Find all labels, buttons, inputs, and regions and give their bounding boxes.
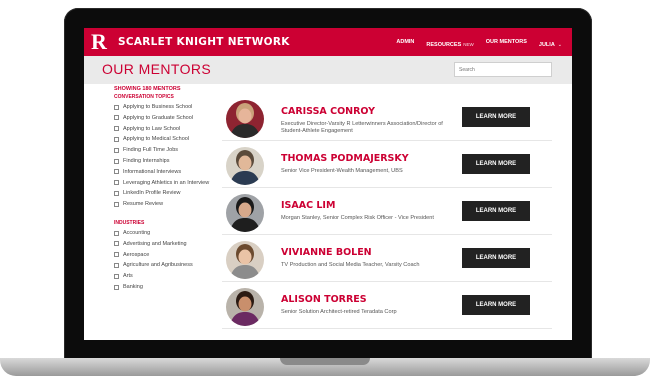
page-title: OUR MENTORS	[102, 61, 212, 77]
learn-more-button[interactable]: LEARN MORE	[462, 201, 530, 221]
mentor-role: Senior Vice President-Wealth Management,…	[281, 168, 403, 174]
industries-list: Accounting Advertising and Marketing Aeros…	[114, 230, 212, 290]
mentor-name[interactable]: ISAAC LIM	[281, 200, 335, 211]
mentor-role: TV Production and Social Media Teacher, …	[281, 262, 420, 268]
mentor-photo[interactable]	[226, 288, 264, 326]
learn-more-button[interactable]: LEARN MORE	[462, 295, 530, 315]
filter-label: Applying to Graduate School	[123, 114, 194, 121]
checkbox[interactable]	[114, 180, 119, 186]
filter-label: Advertising and Marketing	[123, 240, 187, 247]
nav-resources-label: RESOURCES	[426, 42, 462, 48]
topic-filter-item[interactable]: Informational Interviews	[114, 169, 212, 175]
checkbox[interactable]	[114, 273, 119, 279]
filter-label: Arts	[123, 273, 133, 280]
industry-filter-item[interactable]: Aerospace	[114, 252, 212, 258]
top-navbar: R SCARLET KNIGHT NETWORK ADMIN RESOURCES…	[84, 28, 572, 56]
nav-resources[interactable]: RESOURCES NEW	[426, 33, 473, 51]
mentor-count: SHOWING 180 MENTORS	[114, 86, 181, 92]
topic-filter-item[interactable]: LinkedIn Profile Review	[114, 190, 212, 196]
mentor-row: CARISSA CONROY Executive Director-Varsity…	[222, 94, 552, 141]
topic-filter-item[interactable]: Leveraging Athletics in an Interview	[114, 180, 212, 186]
filter-label: Banking	[123, 283, 143, 290]
topic-filter-item[interactable]: Finding Internships	[114, 158, 212, 164]
checkbox[interactable]	[114, 284, 119, 290]
topic-filter-item[interactable]: Finding Full Time Jobs	[114, 147, 212, 153]
mentor-name[interactable]: ALISON TORRES	[281, 294, 367, 305]
topic-filter-item[interactable]: Applying to Graduate School	[114, 115, 212, 121]
mentor-role: Morgan Stanley, Senior Complex Risk Offi…	[281, 215, 434, 221]
filter-label: Finding Full Time Jobs	[123, 147, 179, 154]
rutgers-logo[interactable]: R	[88, 31, 110, 53]
mentor-row: ALISON TORRES Senior Solution Architect-r…	[222, 282, 552, 329]
mentor-name[interactable]: CARISSA CONROY	[281, 106, 375, 117]
checkbox[interactable]	[114, 115, 119, 121]
user-menu[interactable]: JULIA ⌄	[539, 33, 562, 51]
checkbox[interactable]	[114, 252, 119, 258]
filter-sidebar: SHOWING 180 MENTORS CONVERSATION TOPICS …	[114, 86, 212, 295]
industry-filter-item[interactable]: Agriculture and Agribusiness	[114, 262, 212, 268]
mentor-row: THOMAS PODMAJERSKY Senior Vice President-…	[222, 141, 552, 188]
industry-filter-item[interactable]: Accounting	[114, 230, 212, 236]
nav-our-mentors[interactable]: OUR MENTORS	[486, 39, 527, 45]
title-band: OUR MENTORS	[84, 56, 572, 84]
topic-filter-item[interactable]: Resume Review	[114, 201, 212, 207]
topic-filter-item[interactable]: Applying to Business School	[114, 104, 212, 110]
filter-label: Finding Internships	[123, 157, 170, 164]
topic-filter-item[interactable]: Applying to Law School	[114, 126, 212, 132]
learn-more-button[interactable]: LEARN MORE	[462, 107, 530, 127]
checkbox[interactable]	[114, 147, 119, 153]
filter-label: Resume Review	[123, 201, 164, 208]
laptop-screen: R SCARLET KNIGHT NETWORK ADMIN RESOURCES…	[84, 28, 572, 340]
filter-label: Aerospace	[123, 251, 150, 258]
user-name: JULIA	[538, 42, 555, 48]
search-input[interactable]	[454, 62, 552, 77]
filter-label: LinkedIn Profile Review	[123, 190, 181, 197]
filter-label: Agriculture and Agribusiness	[123, 262, 193, 269]
laptop-notch	[280, 358, 370, 365]
mentor-row: VIVIANNE BOLEN TV Production and Social M…	[222, 235, 552, 282]
filter-label: Leveraging Athletics in an Interview	[123, 179, 210, 186]
mentor-list: CARISSA CONROY Executive Director-Varsity…	[222, 94, 552, 329]
nav-admin[interactable]: ADMIN	[396, 39, 414, 45]
mentor-role: Senior Solution Architect-retired Terada…	[281, 309, 397, 315]
new-badge: NEW	[463, 42, 474, 47]
checkbox[interactable]	[114, 104, 119, 110]
checkbox[interactable]	[114, 190, 119, 196]
checkbox[interactable]	[114, 136, 119, 142]
mentor-name[interactable]: VIVIANNE BOLEN	[281, 247, 372, 258]
mentor-name[interactable]: THOMAS PODMAJERSKY	[281, 153, 409, 164]
mentor-photo[interactable]	[226, 194, 264, 232]
conversation-topics-list: Applying to Business School Applying to G…	[114, 104, 212, 207]
checkbox[interactable]	[114, 126, 119, 132]
filter-label: Applying to Law School	[123, 125, 181, 132]
nav-links: ADMIN RESOURCES NEW OUR MENTORS JULIA ⌄	[396, 33, 572, 51]
mentor-photo[interactable]	[226, 100, 264, 138]
network-title[interactable]: SCARLET KNIGHT NETWORK	[118, 36, 290, 48]
industries-heading: INDUSTRIES	[114, 219, 145, 226]
checkbox[interactable]	[114, 262, 119, 268]
checkbox[interactable]	[114, 201, 119, 207]
checkbox[interactable]	[114, 169, 119, 175]
learn-more-button[interactable]: LEARN MORE	[462, 154, 530, 174]
checkbox[interactable]	[114, 241, 119, 247]
chevron-down-icon: ⌄	[557, 42, 562, 48]
mentor-photo[interactable]	[226, 241, 264, 279]
checkbox[interactable]	[114, 230, 119, 236]
industry-filter-item[interactable]: Advertising and Marketing	[114, 241, 212, 247]
filter-label: Accounting	[123, 229, 151, 236]
mentor-photo[interactable]	[226, 147, 264, 185]
mentor-role: Executive Director-Varsity R Letterwinne…	[281, 121, 443, 134]
conversation-topics-heading: CONVERSATION TOPICS	[114, 94, 174, 100]
industry-filter-item[interactable]: Banking	[114, 284, 212, 290]
mentor-row: ISAAC LIM Morgan Stanley, Senior Complex …	[222, 188, 552, 235]
topic-filter-item[interactable]: Applying to Medical School	[114, 136, 212, 142]
filter-label: Applying to Business School	[123, 104, 193, 110]
checkbox[interactable]	[114, 158, 119, 164]
filter-label: Applying to Medical School	[123, 136, 190, 143]
learn-more-button[interactable]: LEARN MORE	[462, 248, 530, 268]
industry-filter-item[interactable]: Arts	[114, 273, 212, 279]
filter-label: Informational Interviews	[123, 168, 182, 175]
